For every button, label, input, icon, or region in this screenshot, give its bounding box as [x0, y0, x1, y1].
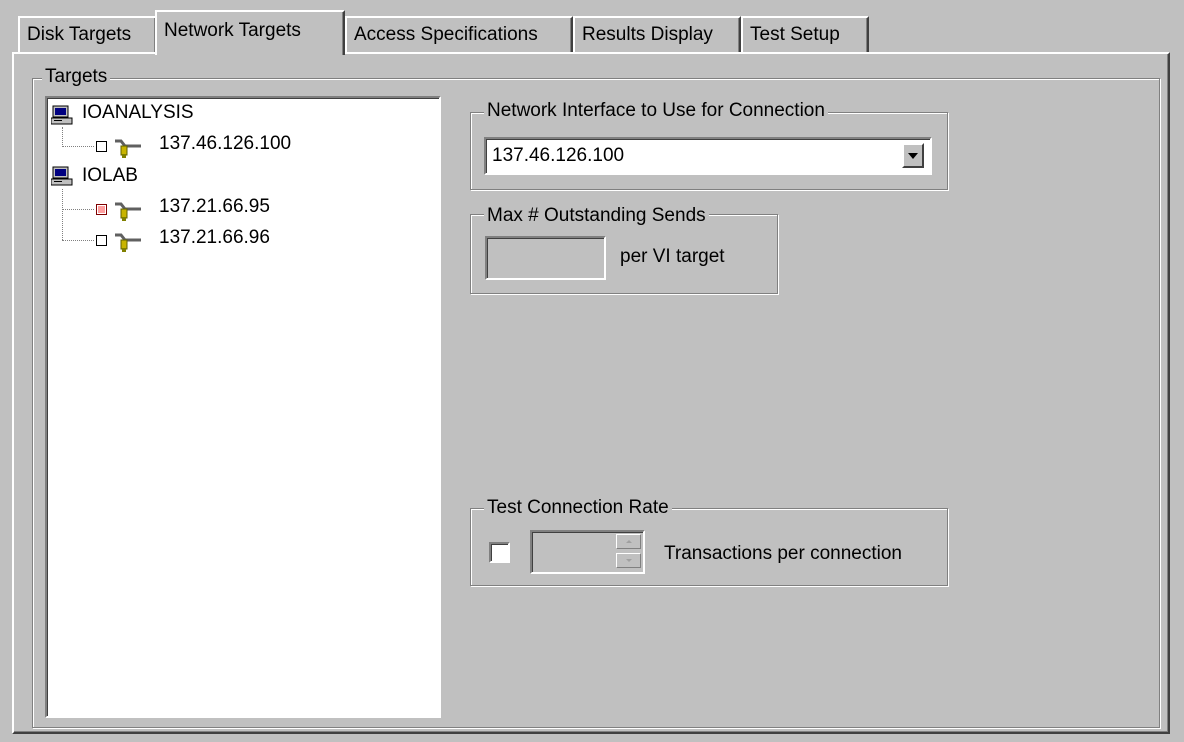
tree-connector — [62, 209, 94, 210]
network-interface-label: Network Interface to Use for Connection — [484, 100, 828, 122]
tab-access-specifications[interactable]: Access Specifications — [345, 16, 573, 53]
targets-group-label: Targets — [42, 66, 111, 88]
tab-disk-targets[interactable]: Disk Targets — [18, 16, 157, 53]
tab-label: Results Display — [582, 24, 713, 45]
tree-item-137-21-66-96[interactable]: 137.21.66.96 — [159, 226, 270, 250]
tab-results-display[interactable]: Results Display — [573, 16, 741, 53]
targets-tree[interactable]: IOANALYSIS 137.46.126.100 IOLAB 137.21.6… — [45, 96, 441, 718]
outstanding-sends-input[interactable] — [485, 236, 606, 280]
spin-up-icon[interactable] — [616, 534, 641, 549]
computer-icon — [50, 166, 73, 186]
tab-label: Access Specifications — [354, 24, 538, 45]
tab-label: Test Setup — [750, 24, 840, 45]
network-interface-icon — [113, 230, 143, 254]
network-interface-value: 137.46.126.100 — [492, 145, 625, 166]
checkbox-137-46-126-100[interactable] — [96, 141, 107, 152]
tree-connector — [62, 189, 63, 240]
connection-rate-label: Test Connection Rate — [484, 497, 672, 519]
network-interface-select[interactable]: 137.46.126.100 — [484, 137, 932, 175]
chevron-down-icon[interactable] — [902, 143, 924, 168]
tree-connector — [62, 146, 94, 147]
spin-down-icon[interactable] — [616, 553, 641, 568]
tab-test-setup[interactable]: Test Setup — [741, 16, 869, 53]
tree-item-137-21-66-95[interactable]: 137.21.66.95 — [159, 195, 270, 219]
tree-item-ioanalysis[interactable]: IOANALYSIS — [82, 101, 194, 125]
checkbox-137-21-66-95[interactable] — [96, 204, 107, 215]
connection-rate-input[interactable] — [530, 530, 645, 574]
tree-connector — [62, 127, 63, 147]
transactions-per-connection-label: Transactions per connection — [664, 543, 902, 564]
network-interface-icon — [113, 136, 143, 160]
tree-item-iolab[interactable]: IOLAB — [82, 164, 138, 188]
tab-network-targets[interactable]: Network Targets — [155, 10, 345, 55]
tree-connector — [62, 240, 94, 241]
network-interface-icon — [113, 199, 143, 223]
network-targets-page: Targets IOANALYSIS 137.46.126.100 IOLAB … — [12, 52, 1170, 734]
tab-label: Network Targets — [164, 20, 301, 41]
checkbox-137-21-66-96[interactable] — [96, 235, 107, 246]
computer-icon — [50, 105, 73, 125]
per-vi-target-label: per VI target — [620, 246, 725, 267]
tab-label: Disk Targets — [27, 24, 132, 45]
tree-item-137-46-126-100[interactable]: 137.46.126.100 — [159, 132, 291, 156]
outstanding-sends-label: Max # Outstanding Sends — [484, 205, 709, 227]
connection-rate-checkbox[interactable] — [489, 542, 510, 563]
